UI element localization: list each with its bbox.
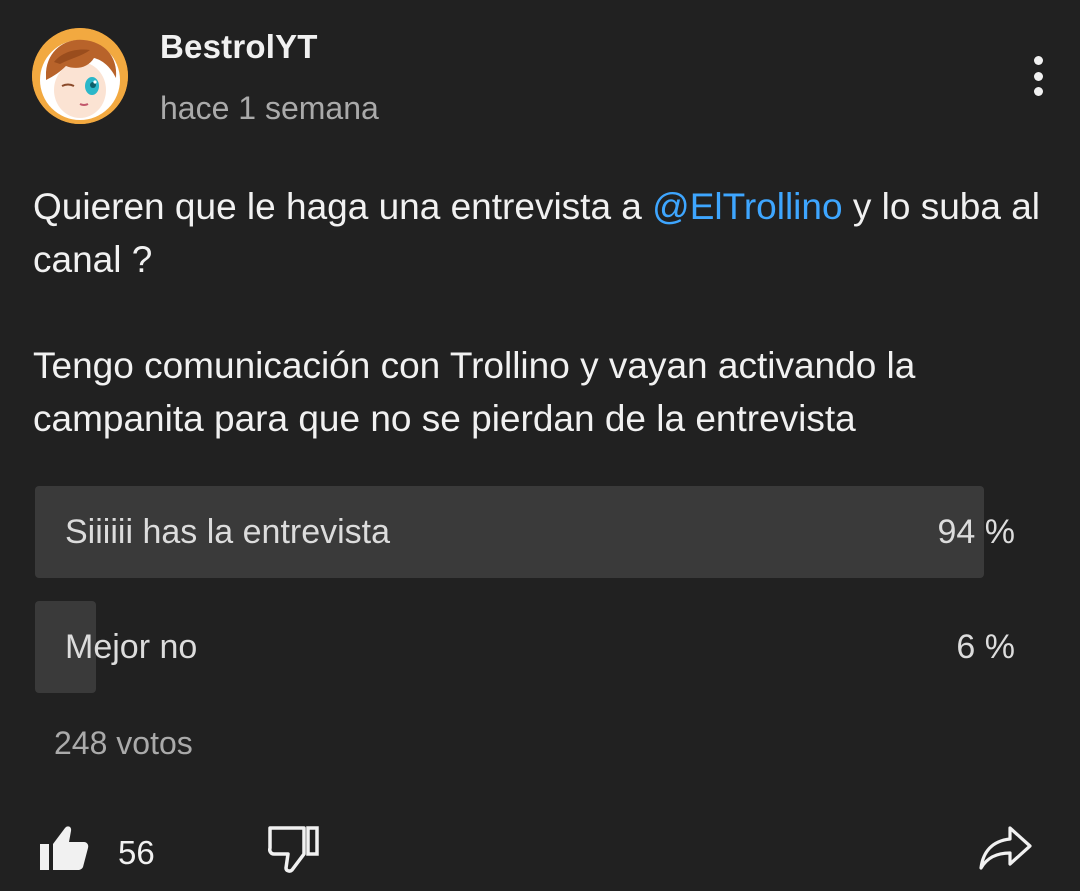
post-paragraph-2: Tengo comunicación con Trollino y vayan … xyxy=(33,345,916,439)
poll-option-1[interactable]: Siiiiii has la entrevista 94 % xyxy=(35,486,1045,578)
post-text-before-mention: Quieren que le haga una entrevista a xyxy=(33,186,653,227)
thumbs-up-filled-icon xyxy=(40,826,89,870)
dislike-button[interactable] xyxy=(266,822,320,874)
like-button[interactable] xyxy=(38,822,90,874)
author-name[interactable]: BestrolYT xyxy=(160,28,318,66)
like-count: 56 xyxy=(118,834,155,871)
post-body: Quieren que le haga una entrevista a @El… xyxy=(33,180,1048,445)
avatar[interactable] xyxy=(32,28,128,124)
poll-option-label: Siiiiii has la entrevista xyxy=(65,513,391,551)
avatar-image xyxy=(32,28,128,124)
share-button[interactable] xyxy=(978,822,1034,874)
post-paragraph-1: Quieren que le haga una entrevista a @El… xyxy=(33,180,1048,286)
post-timestamp: hace 1 semana xyxy=(160,90,379,126)
poll-vote-count: 248 votos xyxy=(54,725,193,761)
thumbs-down-outline-icon xyxy=(268,826,319,873)
share-arrow-icon xyxy=(979,826,1032,870)
poll-option-label: Mejor no xyxy=(65,628,198,666)
more-vertical-icon xyxy=(1033,56,1043,65)
mention-link[interactable]: @ElTrollino xyxy=(652,186,842,227)
poll-option-percent: 94 % xyxy=(937,513,1016,551)
poll-option-percent: 6 % xyxy=(956,628,1015,666)
poll-option-2[interactable]: Mejor no 6 % xyxy=(35,601,1045,693)
more-options-button[interactable] xyxy=(1018,50,1058,102)
community-post: BestrolYT hace 1 semana Quieren que le h… xyxy=(0,0,1080,891)
